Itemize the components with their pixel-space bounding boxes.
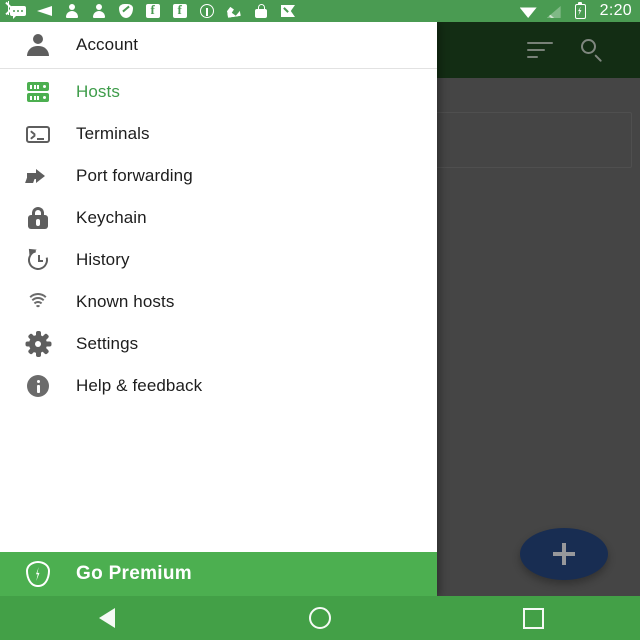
drawer-item-label-terminals: Terminals (76, 124, 150, 143)
navigation-drawer: Account Hosts Terminals Port forwarding … (0, 22, 437, 596)
bluetooth-icon (5, 1, 12, 15)
check-flag-icon (280, 3, 296, 19)
send-arrow-icon (37, 3, 53, 19)
drawer-item-label-port-forwarding: Port forwarding (76, 166, 193, 185)
drawer-item-label-hosts: Hosts (76, 82, 120, 101)
drawer-item-known-hosts[interactable]: Known hosts (0, 281, 437, 323)
drawer-item-settings[interactable]: Settings (0, 323, 437, 365)
terminal-icon (0, 120, 76, 148)
facebook-icon-2 (172, 2, 188, 19)
drawer-item-history[interactable]: History (0, 239, 437, 281)
drawer-item-label-keychain: Keychain (76, 208, 147, 227)
wifi-icon (519, 3, 537, 19)
lock-icon (0, 204, 76, 232)
go-premium-button[interactable]: Go Premium (0, 552, 437, 596)
drawer-item-port-forwarding[interactable]: Port forwarding (0, 155, 437, 197)
back-triangle-icon (98, 608, 115, 628)
drawer-item-label-help-feedback: Help & feedback (76, 376, 203, 395)
person-icon (0, 31, 76, 59)
person-icon-2 (91, 3, 107, 19)
drawer-item-account[interactable]: Account (0, 22, 437, 69)
nav-recents-button[interactable] (427, 596, 640, 640)
drawer-item-label-known-hosts: Known hosts (76, 292, 175, 311)
nav-home-button[interactable] (213, 596, 426, 640)
drawer-item-label-settings: Settings (76, 334, 139, 353)
cellular-signal-off-icon (546, 3, 562, 19)
info-circle-icon (199, 3, 215, 19)
shield-icon (118, 3, 134, 19)
history-clock-icon (0, 245, 76, 274)
home-circle-icon (308, 607, 331, 629)
fingerprint-icon (0, 288, 76, 316)
nav-back-button[interactable] (0, 596, 213, 640)
android-navigation-bar (0, 596, 640, 640)
drawer-item-hosts[interactable]: Hosts (0, 71, 437, 113)
drawer-item-help-feedback[interactable]: Help & feedback (0, 365, 437, 407)
port-forwarding-icon (0, 162, 76, 190)
chat-bubble-icon (10, 3, 26, 19)
app-screen: 2:20 Account Hosts (0, 0, 640, 640)
go-premium-label: Go Premium (76, 563, 192, 584)
drawer-item-label-account: Account (76, 35, 139, 54)
drawer-item-terminals[interactable]: Terminals (0, 113, 437, 155)
person-icon-1 (64, 3, 80, 19)
status-bar-system-icons: 2:20 (5, 1, 632, 20)
drawer-item-keychain[interactable]: Keychain (0, 197, 437, 239)
padlock-icon (253, 3, 269, 19)
gear-icon (0, 330, 76, 358)
facebook-icon-1 (145, 2, 161, 19)
info-icon (0, 372, 76, 400)
server-icon (0, 78, 76, 106)
battery-charging-icon (572, 1, 588, 19)
status-bar-notification-icons (10, 2, 520, 19)
recents-square-icon (522, 607, 544, 629)
drawer-menu-list: Hosts Terminals Port forwarding Keychain… (0, 69, 437, 552)
status-bar: 2:20 (0, 0, 640, 22)
drawer-item-label-history: History (76, 250, 130, 269)
status-bar-clock: 2:20 (599, 2, 632, 19)
shield-bolt-icon (0, 559, 76, 589)
satellite-icon (226, 3, 242, 19)
